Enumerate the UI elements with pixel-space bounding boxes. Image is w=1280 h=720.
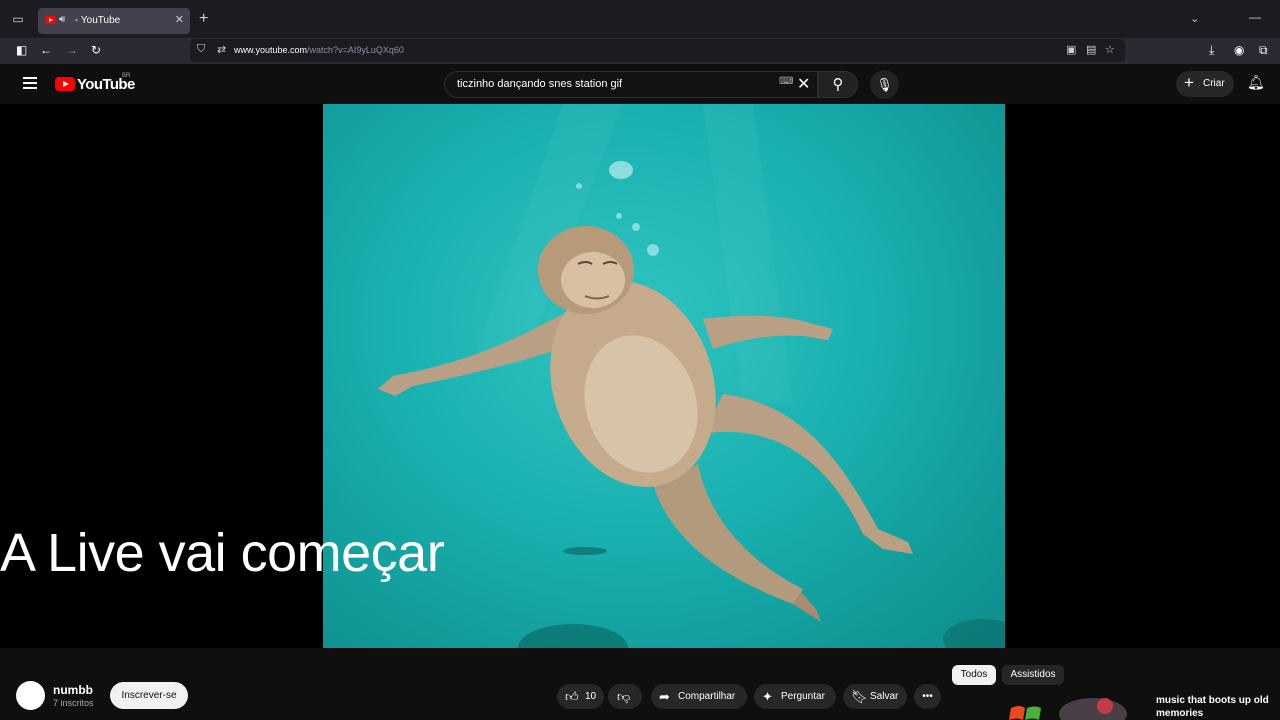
ask-button[interactable]: ✦ Perguntar [754,684,836,709]
back-icon[interactable]: ← [40,42,52,58]
country-code: BR [122,73,131,79]
extensions-icon[interactable]: ⧉ [1259,42,1268,58]
create-label: Criar [1203,78,1225,89]
filter-chip-watched[interactable]: Assistidos [1002,665,1064,685]
recommendation-title[interactable]: music that boots up old memories [1156,694,1276,720]
share-label: Compartilhar [678,691,736,702]
search-input[interactable]: ticzinho dançando snes station gif ⌨ ✕ [444,71,818,98]
like-icon: 👍︎ [565,689,579,704]
video-player[interactable]: A Live vai começar [0,104,1280,648]
subscribe-button[interactable]: Inscrever-se [110,682,188,709]
youtube-masthead: YouTube BR ticzinho dançando snes statio… [0,64,1280,104]
more-icon[interactable]: ••• [914,684,941,709]
download-icon[interactable]: ⤓ [1209,42,1214,58]
dislike-icon: 👎︎ [617,689,631,704]
ask-label: Perguntar [781,691,825,702]
minimize-icon[interactable]: — [1249,10,1261,24]
windows-logo-thumbnail [1005,694,1151,720]
url-path: /watch?v=AI9yLuQXq60 [307,45,404,55]
close-icon[interactable]: ✕ [797,74,810,94]
like-count: 10 [585,691,597,702]
account-icon[interactable]: ◉ [1234,42,1244,58]
video-info-bar: numbb 7 inscritos Inscrever-se 👍︎ 10 👎︎ … [0,648,1280,720]
plus-icon[interactable]: + [199,11,208,27]
live-overlay-text: A Live vai começar [0,523,445,583]
browser-nav-bar: ◧ ← → ↻ ⛉ ⇄ www.youtube.com/watch?v=AI9y… [0,38,1280,64]
save-label: Salvar [870,691,899,702]
address-bar[interactable]: ⛉ ⇄ www.youtube.com/watch?v=AI9yLuQXq60 … [190,39,1125,62]
reload-icon[interactable]: ↻ [91,42,101,58]
save-button[interactable]: 🔖︎ Salvar [843,684,907,709]
bell-icon[interactable]: 🔔︎ [1247,74,1265,91]
mic-icon[interactable]: 🎙︎ [870,70,899,99]
filter-chip-all[interactable]: Todos [952,665,996,685]
avatar[interactable] [16,681,45,710]
subscriber-count: 7 inscritos [53,698,94,708]
bookmark-icon: 🔖︎ [851,689,868,704]
browser-tab[interactable]: 🔊︎ - YouTube ✕ [38,8,190,34]
sidebar-icon[interactable]: ◧ [16,42,27,58]
speaker-icon[interactable]: 🔊︎ [59,14,65,25]
keyboard-icon[interactable]: ⌨ [779,76,793,87]
youtube-favicon [45,16,56,24]
chevron-down-icon[interactable]: ⌄ [1190,12,1199,25]
sparkle-icon: ✦ [762,689,773,704]
url-domain: www.youtube.com [234,45,308,55]
share-button[interactable]: ➦ Compartilhar [651,684,747,709]
tab-list-icon[interactable]: ▭ [10,12,26,26]
forward-icon[interactable]: → [66,42,78,58]
create-button[interactable]: + Criar [1176,71,1234,97]
channel-name[interactable]: numbb [53,683,93,697]
plus-icon: + [1184,73,1194,92]
youtube-play-icon [55,77,75,91]
reader-icon[interactable]: ▤ [1086,43,1096,56]
recommendation-thumbnail[interactable] [1005,694,1151,720]
tab-title: - YouTube [75,15,121,26]
like-button[interactable]: 👍︎ 10 [557,684,604,709]
dislike-button[interactable]: 👎︎ [608,684,642,709]
close-icon[interactable]: ✕ [175,13,184,26]
url-text[interactable]: www.youtube.com/watch?v=AI9yLuQXq60 [234,45,404,55]
share-icon: ➦ [659,689,670,704]
picture-in-picture-icon[interactable]: ▣ [1066,43,1076,56]
star-icon[interactable]: ☆ [1105,43,1115,56]
shield-icon[interactable]: ⛉ [197,43,205,56]
search-icon[interactable]: ⚲ [818,71,858,98]
search-query: ticzinho dançando snes station gif [457,78,623,90]
hamburger-icon[interactable] [23,77,37,89]
browser-tab-bar: ▭ 🔊︎ - YouTube ✕ + ⌄ — [0,0,1280,38]
permissions-icon[interactable]: ⇄ [217,43,226,56]
